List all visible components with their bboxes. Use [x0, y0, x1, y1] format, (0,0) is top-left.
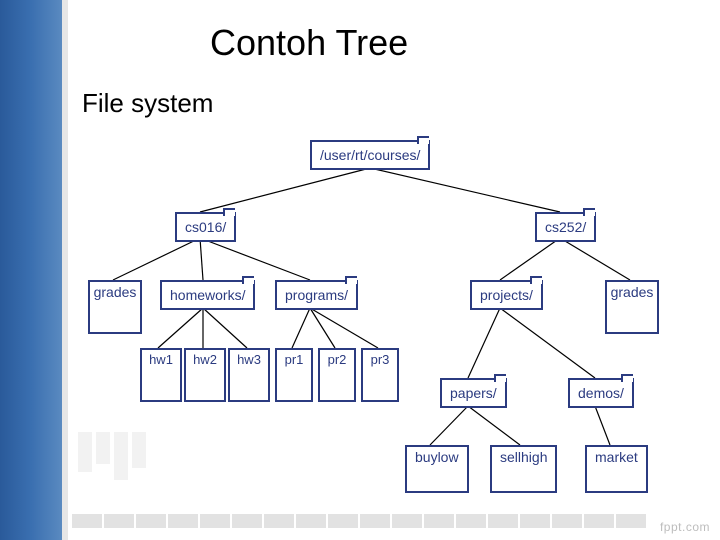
node-pr2: pr2: [318, 348, 356, 402]
node-sellhigh: sellhigh: [490, 445, 557, 493]
slide-title: Contoh Tree: [210, 22, 408, 64]
watermark: fppt.com: [660, 520, 710, 534]
node-homeworks: homeworks/: [160, 280, 255, 310]
node-programs: programs/: [275, 280, 358, 310]
node-hw2: hw2: [184, 348, 226, 402]
node-hw3: hw3: [228, 348, 270, 402]
node-cs016: cs016/: [175, 212, 236, 242]
node-buylow: buylow: [405, 445, 469, 493]
node-cs016-grades: grades: [88, 280, 142, 334]
slide-sidebar: [0, 0, 68, 540]
node-pr1: pr1: [275, 348, 313, 402]
node-projects: projects/: [470, 280, 543, 310]
node-cs252-grades: grades: [605, 280, 659, 334]
node-market: market: [585, 445, 648, 493]
node-root: /user/rt/courses/: [310, 140, 430, 170]
node-cs252: cs252/: [535, 212, 596, 242]
node-demos: demos/: [568, 378, 634, 408]
decorative-bars: [78, 432, 146, 480]
bottom-bar-strip: [72, 514, 646, 528]
node-pr3: pr3: [361, 348, 399, 402]
node-papers: papers/: [440, 378, 507, 408]
node-hw1: hw1: [140, 348, 182, 402]
slide-subtitle: File system: [82, 88, 213, 119]
